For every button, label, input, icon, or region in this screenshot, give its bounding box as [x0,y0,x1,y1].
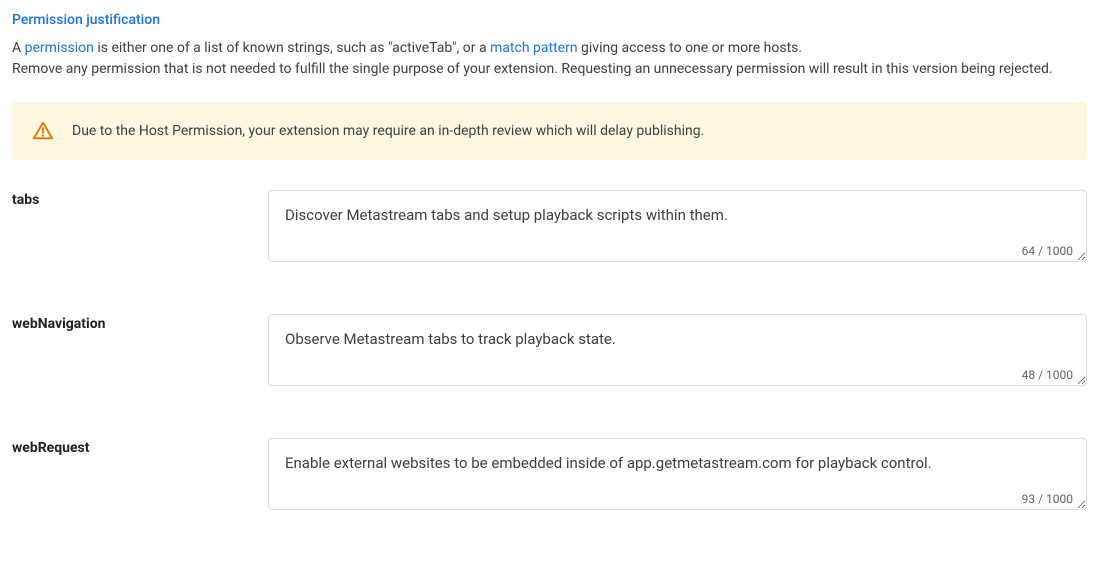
permission-label: webRequest [12,438,268,456]
warning-icon [32,120,54,142]
justification-input-tabs[interactable] [268,190,1087,262]
section-description: A permission is either one of a list of … [12,38,1087,80]
textarea-wrapper: 64 / 1000 [268,190,1087,266]
warning-banner: Due to the Host Permission, your extensi… [12,102,1087,160]
permission-label: webNavigation [12,314,268,332]
match-pattern-link[interactable]: match pattern [490,40,578,56]
permission-label: tabs [12,190,268,208]
desc-text: is either one of a list of known strings… [94,40,490,56]
desc-text: giving access to one or more hosts. [578,40,803,56]
textarea-wrapper: 48 / 1000 [268,314,1087,390]
textarea-wrapper: 93 / 1000 [268,438,1087,514]
justification-input-webrequest[interactable] [268,438,1087,510]
permission-row-tabs: tabs 64 / 1000 [12,190,1087,266]
permission-row-webrequest: webRequest 93 / 1000 [12,438,1087,514]
permission-link[interactable]: permission [25,40,94,56]
justification-input-webnavigation[interactable] [268,314,1087,386]
section-title: Permission justification [12,12,1087,28]
desc-text-line2: Remove any permission that is not needed… [12,61,1053,77]
desc-text: A [12,40,25,56]
warning-text: Due to the Host Permission, your extensi… [72,123,704,139]
permission-row-webnavigation: webNavigation 48 / 1000 [12,314,1087,390]
